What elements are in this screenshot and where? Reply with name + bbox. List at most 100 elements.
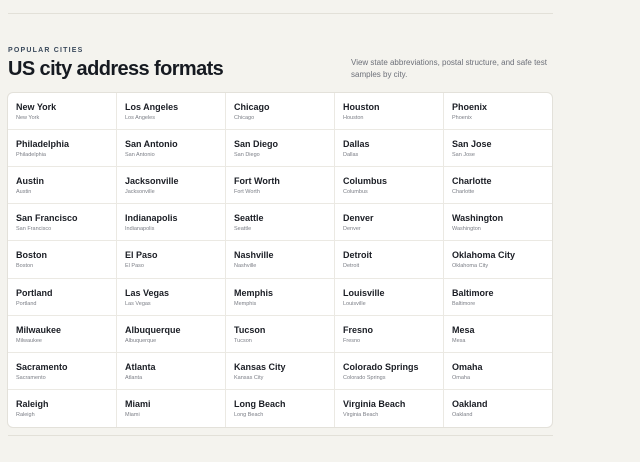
- city-card[interactable]: Long Beach Long Beach: [226, 389, 335, 427]
- city-card[interactable]: Mesa Mesa: [444, 316, 552, 353]
- city-subtitle: Omaha: [452, 374, 471, 381]
- city-card[interactable]: Raleigh Raleigh: [8, 389, 117, 427]
- city-card[interactable]: Baltimore Baltimore: [444, 279, 552, 316]
- city-card[interactable]: Columbus Columbus: [335, 167, 444, 205]
- city-subtitle: Virginia Beach: [343, 411, 379, 418]
- city-card[interactable]: Albuquerque Albuquerque: [117, 315, 226, 353]
- city-card[interactable]: Colorado Springs Colorado Springs: [335, 352, 444, 390]
- city-name: Fort Worth: [234, 176, 280, 187]
- city-card[interactable]: San Jose San Jose: [444, 130, 552, 168]
- city-card[interactable]: Fort Worth Fort Worth: [226, 167, 335, 205]
- city-name: Las Vegas: [125, 287, 170, 298]
- city-name: San Antonio: [125, 139, 178, 150]
- city-name: Miami: [125, 398, 151, 409]
- city-card[interactable]: San Diego San Diego: [226, 130, 335, 168]
- city-card[interactable]: Oakland Oakland: [444, 390, 552, 427]
- city-subtitle: Indianapolis: [125, 226, 155, 233]
- city-card[interactable]: New York New York: [8, 93, 117, 131]
- city-card[interactable]: Phoenix Phoenix: [444, 93, 552, 131]
- city-card[interactable]: Seattle Seattle: [226, 204, 335, 242]
- city-subtitle: Chicago: [234, 115, 255, 121]
- city-name: Oklahoma City: [452, 250, 516, 261]
- section-description: View state abbreviations, postal structu…: [351, 58, 547, 79]
- city-subtitle: Oklahoma City: [452, 263, 489, 270]
- city-card[interactable]: Fresno Fresno: [335, 315, 444, 353]
- city-subtitle: Philadelphia: [16, 152, 46, 159]
- city-card[interactable]: Nashville Nashville: [226, 241, 335, 279]
- bottom-divider: [8, 435, 553, 436]
- city-name: Mesa: [452, 324, 475, 335]
- city-name: Portland: [16, 287, 53, 298]
- city-card[interactable]: Milwaukee Milwaukee: [8, 315, 117, 353]
- city-card[interactable]: Tucson Tucson: [226, 315, 335, 353]
- city-subtitle: Kansas City: [234, 374, 264, 381]
- city-subtitle: Louisville: [343, 300, 366, 307]
- city-name: Louisville: [343, 287, 385, 298]
- city-name: Denver: [343, 213, 374, 224]
- city-card[interactable]: Oklahoma City Oklahoma City: [444, 241, 552, 279]
- city-subtitle: Dallas: [343, 152, 359, 159]
- city-name: San Diego: [234, 139, 279, 150]
- city-subtitle: Mesa: [452, 337, 466, 344]
- city-card[interactable]: Charlotte Charlotte: [444, 167, 552, 205]
- city-card[interactable]: Jacksonville Jacksonville: [117, 167, 226, 205]
- city-subtitle: Phoenix: [452, 115, 472, 121]
- city-card[interactable]: Washington Washington: [444, 204, 552, 242]
- city-subtitle: Charlotte: [452, 189, 475, 196]
- city-card[interactable]: San Antonio San Antonio: [117, 130, 226, 168]
- city-card[interactable]: Sacramento Sacramento: [8, 352, 117, 390]
- city-subtitle: Houston: [343, 115, 364, 121]
- city-card[interactable]: Virginia Beach Virginia Beach: [335, 389, 444, 427]
- city-card[interactable]: Kansas City Kansas City: [226, 352, 335, 390]
- city-subtitle: Sacramento: [16, 374, 46, 381]
- city-subtitle: New York: [16, 115, 40, 121]
- city-card[interactable]: Portland Portland: [8, 278, 117, 316]
- city-subtitle: Detroit: [343, 263, 360, 270]
- city-subtitle: Nashville: [234, 263, 257, 270]
- city-subtitle: Tucson: [234, 337, 252, 344]
- city-card[interactable]: Memphis Memphis: [226, 278, 335, 316]
- city-name: Washington: [452, 213, 504, 224]
- city-name: Atlanta: [125, 361, 156, 372]
- city-subtitle: Albuquerque: [125, 337, 157, 344]
- city-name: Dallas: [343, 139, 370, 150]
- city-name: Chicago: [234, 102, 270, 112]
- city-name: San Jose: [452, 139, 492, 150]
- city-card[interactable]: Louisville Louisville: [335, 278, 444, 316]
- city-name: San Francisco: [16, 213, 78, 224]
- city-name: Detroit: [343, 250, 372, 261]
- city-name: Oakland: [452, 398, 488, 409]
- city-card[interactable]: Detroit Detroit: [335, 241, 444, 279]
- city-card[interactable]: Los Angeles Los Angeles: [117, 93, 226, 131]
- city-name: Fresno: [343, 324, 374, 335]
- city-name: Charlotte: [452, 176, 492, 187]
- city-card[interactable]: El Paso El Paso: [117, 241, 226, 279]
- section-eyebrow: POPULAR CITIES: [8, 47, 84, 54]
- city-card[interactable]: Philadelphia Philadelphia: [8, 130, 117, 168]
- city-card[interactable]: San Francisco San Francisco: [8, 204, 117, 242]
- city-card[interactable]: Denver Denver: [335, 204, 444, 242]
- city-card[interactable]: Dallas Dallas: [335, 130, 444, 168]
- city-subtitle: Miami: [125, 411, 140, 418]
- city-name: Memphis: [234, 287, 274, 298]
- city-card[interactable]: Omaha Omaha: [444, 353, 552, 390]
- city-card[interactable]: Austin Austin: [8, 167, 117, 205]
- city-subtitle: San Diego: [234, 152, 260, 159]
- city-card[interactable]: Atlanta Atlanta: [117, 352, 226, 390]
- city-subtitle: Raleigh: [16, 411, 35, 418]
- city-name: Milwaukee: [16, 324, 62, 335]
- city-name: Indianapolis: [125, 213, 178, 224]
- city-subtitle: Long Beach: [234, 411, 264, 418]
- city-card[interactable]: Miami Miami: [117, 389, 226, 427]
- city-subtitle: San Francisco: [16, 226, 52, 233]
- city-card[interactable]: Boston Boston: [8, 241, 117, 279]
- city-card[interactable]: Chicago Chicago: [226, 93, 335, 131]
- city-name: Kansas City: [234, 361, 286, 372]
- city-subtitle: Fresno: [343, 337, 361, 344]
- city-subtitle: San Antonio: [125, 152, 155, 159]
- city-name: Sacramento: [16, 361, 68, 372]
- city-card[interactable]: Houston Houston: [335, 93, 444, 131]
- city-name: Columbus: [343, 176, 387, 187]
- city-card[interactable]: Las Vegas Las Vegas: [117, 278, 226, 316]
- city-card[interactable]: Indianapolis Indianapolis: [117, 204, 226, 242]
